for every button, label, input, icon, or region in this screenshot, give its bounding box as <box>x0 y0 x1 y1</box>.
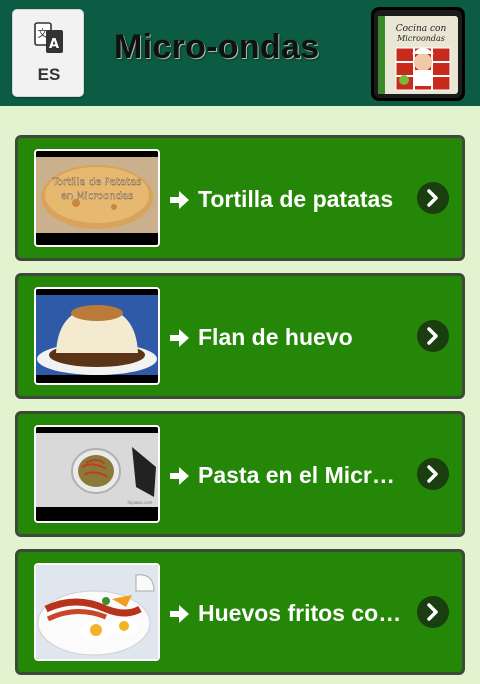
recipe-title: Huevos fritos con bacon <box>198 600 408 626</box>
language-code: ES <box>37 65 61 84</box>
recipe-item[interactable]: Flan de huevo <box>15 273 465 399</box>
recipe-title: Pasta en el Microondas <box>198 462 408 488</box>
app-header: 文 A ES Micro-ondas Cocina con Microondas <box>0 0 480 106</box>
arrow-right-icon <box>170 191 189 209</box>
recipe-item[interactable]: Huevos fritos con bacon <box>15 549 465 675</box>
recipe-item[interactable]: Tortilla de Patatas en Microondas Tortil… <box>15 135 465 261</box>
book-title-line1: Cocina con <box>396 24 447 34</box>
chevron-right-icon <box>427 189 438 207</box>
recipe-thumbnail <box>34 563 160 661</box>
recipe-thumbnail <box>34 287 160 385</box>
open-recipe-button[interactable] <box>417 320 449 352</box>
language-button[interactable]: 文 A ES <box>12 9 84 97</box>
recipe-title: Tortilla de patatas <box>198 186 394 212</box>
thumbnail-caption-line2: en Microondas <box>61 191 134 202</box>
open-recipe-button[interactable] <box>417 596 449 628</box>
page-title: Micro-ondas <box>114 28 320 66</box>
cookbook-button[interactable]: Cocina con Microondas <box>371 7 465 101</box>
thumbnail-caption: hipiwas.com <box>128 500 153 505</box>
chevron-right-icon <box>427 465 438 483</box>
arrow-right-icon <box>170 605 189 623</box>
chevron-right-icon <box>427 603 438 621</box>
arrow-right-icon <box>170 329 189 347</box>
open-recipe-button[interactable] <box>417 458 449 490</box>
open-recipe-button[interactable] <box>417 182 449 214</box>
cookbook-icon: Cocina con Microondas <box>374 10 462 98</box>
svg-text:文: 文 <box>38 27 48 40</box>
recipe-thumbnail: Tortilla de Patatas en Microondas <box>34 149 160 247</box>
recipe-title: Flan de huevo <box>198 324 353 350</box>
arrow-right-icon <box>170 467 189 485</box>
thumbnail-caption-line1: Tortilla de Patatas <box>52 177 142 188</box>
recipe-item[interactable]: hipiwas.com Pasta en el Microondas <box>15 411 465 537</box>
svg-text:A: A <box>49 37 59 52</box>
chevron-right-icon <box>427 327 438 345</box>
recipe-thumbnail: hipiwas.com <box>34 425 160 523</box>
book-title-line2: Microondas <box>396 34 445 43</box>
translate-icon: 文 A <box>34 22 63 53</box>
